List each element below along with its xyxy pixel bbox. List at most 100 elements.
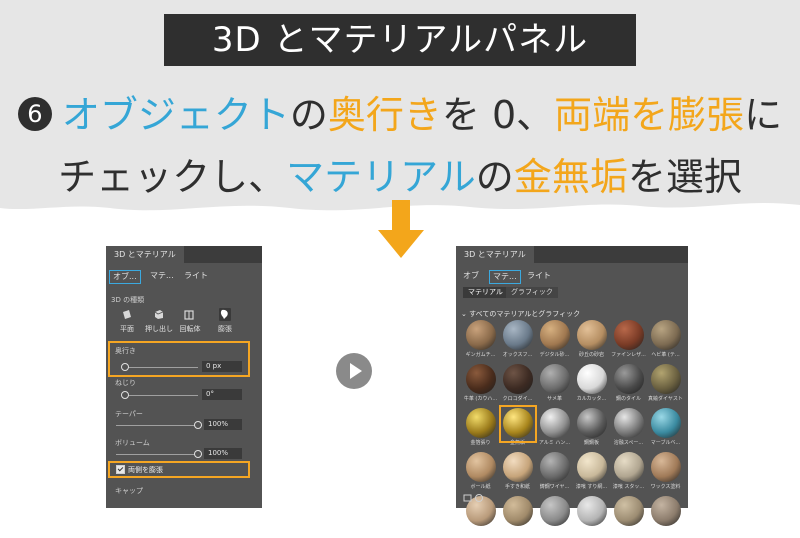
next-arrow-icon bbox=[336, 353, 372, 389]
extrude-icon[interactable] bbox=[154, 309, 164, 320]
material-tile[interactable]: アルミ ハン... bbox=[537, 406, 572, 450]
material-label: クロコダイ... bbox=[502, 396, 533, 402]
material-tile[interactable]: ボール紙 bbox=[463, 450, 498, 494]
inflate-icon[interactable] bbox=[219, 308, 231, 321]
material-tile[interactable]: 砂丘の砂岩 bbox=[574, 318, 609, 362]
volume-value-field[interactable]: 100% bbox=[204, 448, 242, 459]
depth-label: 奥行き bbox=[115, 347, 136, 355]
material-preview-sphere bbox=[503, 364, 533, 394]
material-tile[interactable]: デジタル砂... bbox=[537, 318, 572, 362]
material-preview-sphere bbox=[651, 364, 681, 394]
instruction-segment: チェックし、 bbox=[58, 155, 287, 199]
material-preview-sphere bbox=[614, 364, 644, 394]
material-tile[interactable]: 金無垢 bbox=[499, 405, 537, 450]
material-preview-sphere bbox=[577, 452, 607, 482]
plane-icon[interactable] bbox=[122, 309, 132, 320]
material-preview-sphere bbox=[651, 496, 681, 526]
inflate-both-checkbox[interactable] bbox=[116, 465, 125, 474]
material-preview-sphere bbox=[540, 364, 570, 394]
tab-object[interactable]: オブ... bbox=[109, 270, 141, 284]
material-tile[interactable]: マーブルベ... bbox=[648, 406, 683, 450]
material-preview-sphere bbox=[651, 452, 681, 482]
material-tile[interactable]: 漆喰 すり網... bbox=[574, 450, 609, 494]
material-label: 鋼のタイル bbox=[615, 396, 641, 402]
page-title: 3D とマテリアルパネル bbox=[164, 14, 636, 66]
inflate-both-label: 両側を膨張 bbox=[128, 466, 163, 474]
selected-material-highlight bbox=[499, 405, 537, 443]
material-preview-sphere bbox=[577, 364, 607, 394]
depth-slider-handle[interactable] bbox=[121, 363, 129, 371]
twist-value-field[interactable]: 0° bbox=[202, 389, 242, 400]
panel-tab-3d-material[interactable]: 3D とマテリアル bbox=[456, 246, 534, 263]
material-tile[interactable]: サメ革 bbox=[537, 362, 572, 406]
material-tile[interactable]: ワックス塗料 bbox=[648, 450, 683, 494]
material-preview-sphere bbox=[614, 496, 644, 526]
material-label: オックスフ... bbox=[502, 352, 533, 358]
instruction-segment: を選択 bbox=[627, 155, 742, 199]
step-number-badge: 6 bbox=[17, 96, 52, 131]
material-label: アルミ ハン... bbox=[538, 440, 571, 446]
taper-label: テーパー bbox=[115, 410, 143, 418]
material-tile[interactable]: 鋳鋼ワイヤ... bbox=[537, 450, 572, 494]
material-tile[interactable]: 溶融スペー... bbox=[611, 406, 646, 450]
tab-light[interactable]: ライト bbox=[527, 270, 551, 282]
instruction-segment: マテリアル bbox=[286, 155, 476, 199]
left-3d-material-panel: 3D とマテリアル オブ... マテ... ライト 3D の種類 平面 押し出し… bbox=[106, 246, 262, 508]
material-tile[interactable]: クロコダイ... bbox=[500, 362, 535, 406]
material-label: ファインレザ... bbox=[611, 352, 646, 358]
twist-slider[interactable] bbox=[124, 395, 198, 396]
revolve-icon[interactable] bbox=[184, 309, 194, 320]
material-tile[interactable]: 手すき和紙 bbox=[500, 450, 535, 494]
material-tile[interactable]: 牛革 (カウハ... bbox=[463, 362, 498, 406]
material-label: 溶融スペー... bbox=[613, 440, 644, 446]
material-preview-sphere bbox=[466, 364, 496, 394]
depth-slider[interactable] bbox=[124, 367, 198, 368]
material-tile[interactable]: 真鍮ダイヤスト... bbox=[648, 362, 683, 406]
material-tile[interactable]: ファインレザ... bbox=[611, 318, 646, 362]
material-label: カルカッタ... bbox=[576, 396, 607, 402]
material-tile[interactable] bbox=[537, 494, 572, 538]
material-tile[interactable] bbox=[500, 494, 535, 538]
material-tile[interactable]: 鋼鋼板 bbox=[574, 406, 609, 450]
material-tile[interactable]: オックスフ... bbox=[500, 318, 535, 362]
material-label: マーブルベ... bbox=[650, 440, 681, 446]
panel-tab-strip: 3D とマテリアル bbox=[106, 246, 262, 263]
depth-value-field[interactable]: 0 px bbox=[202, 361, 242, 372]
material-label: デジタル砂... bbox=[539, 352, 570, 358]
instruction-segment: の bbox=[475, 155, 514, 199]
tab-object[interactable]: オブ bbox=[463, 270, 479, 282]
material-tile[interactable]: カルカッタ... bbox=[574, 362, 609, 406]
material-tile[interactable]: ギンガムチ... bbox=[463, 318, 498, 362]
taper-slider[interactable] bbox=[116, 425, 202, 426]
material-tile[interactable]: ヘビ革 (テ... bbox=[648, 318, 683, 362]
instruction-line-2: チェックし、マテリアルの金無垢を選択 bbox=[0, 146, 800, 201]
material-tile[interactable] bbox=[648, 494, 683, 538]
tab-light[interactable]: ライト bbox=[184, 270, 208, 282]
section-all-materials-label: すべてのマテリアルとグラフィック bbox=[469, 310, 581, 318]
tab-material[interactable]: マテ... bbox=[150, 270, 174, 282]
add-material-icon[interactable] bbox=[463, 493, 487, 503]
material-label: 手すき和紙 bbox=[504, 484, 530, 490]
material-tile[interactable]: 鋼のタイル bbox=[611, 362, 646, 406]
panel-tab-3d-material[interactable]: 3D とマテリアル bbox=[106, 246, 184, 263]
toggle-tab-material[interactable]: マテリアル bbox=[463, 287, 508, 298]
material-preview-sphere bbox=[540, 408, 570, 438]
material-tile[interactable]: 漆喰 スタッ... bbox=[611, 450, 646, 494]
material-tile[interactable] bbox=[574, 494, 609, 538]
twist-slider-handle[interactable] bbox=[121, 391, 129, 399]
material-label: ボール紙 bbox=[470, 484, 491, 490]
type-label-revolve: 回転体 bbox=[179, 325, 201, 333]
taper-value-field[interactable]: 100% bbox=[204, 419, 242, 430]
material-tile[interactable] bbox=[611, 494, 646, 538]
twist-label: ねじり bbox=[115, 379, 136, 387]
tab-material[interactable]: マテ... bbox=[489, 270, 521, 284]
material-label: ギンガムチ... bbox=[465, 352, 496, 358]
material-label: 鋳鋼ワイヤ... bbox=[539, 484, 570, 490]
toggle-tab-graphic[interactable]: グラフィック bbox=[506, 287, 558, 298]
instruction-segment: 金無垢 bbox=[513, 155, 628, 199]
volume-slider-handle[interactable] bbox=[194, 450, 202, 458]
type-label-inflate: 膨張 bbox=[218, 325, 232, 333]
volume-slider[interactable] bbox=[116, 454, 202, 455]
material-tile[interactable]: 金箔張り bbox=[463, 406, 498, 450]
taper-slider-handle[interactable] bbox=[194, 421, 202, 429]
